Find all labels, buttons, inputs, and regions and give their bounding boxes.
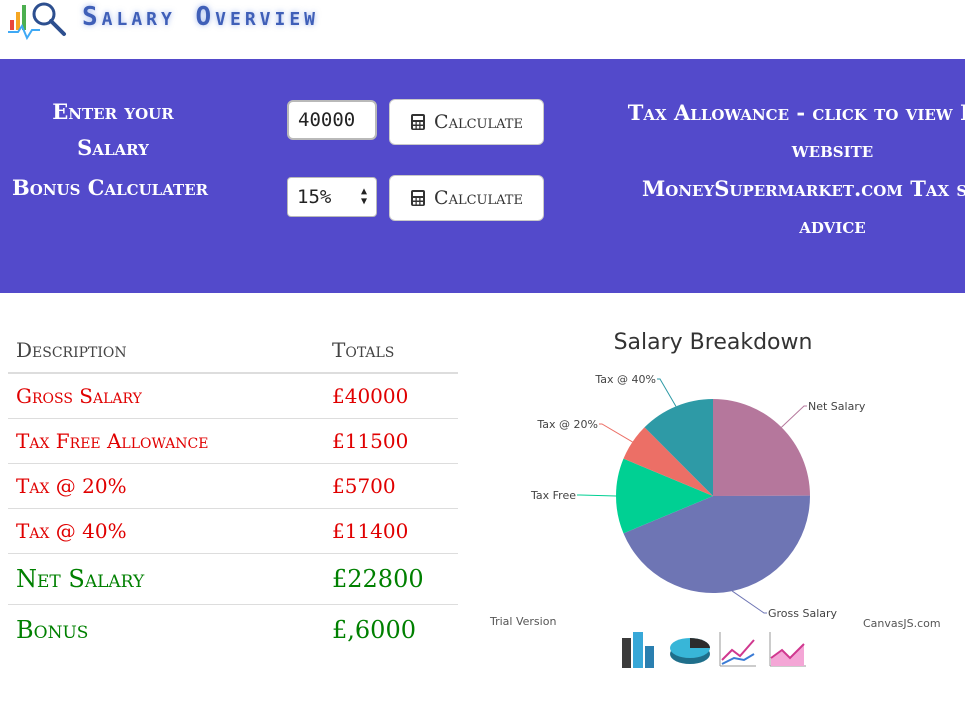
salary-input-banner: Enter your Salary Bonus Calculater Calcu… [0,59,965,293]
pie-label: Tax @ 20% [536,418,598,431]
chart-type-toolbar [622,632,806,668]
select-arrows-icon: ▲ ▼ [360,186,367,207]
canvasjs-credit-link[interactable]: CanvasJS.com [863,617,941,630]
salary-label: Enter your Salary [52,99,174,160]
bonus-selected-value: 15% [297,186,332,208]
pie-leader-line [781,405,807,428]
totals-header: Totals [324,328,458,374]
pie-label: Tax Free [530,489,576,502]
calculate-salary-button[interactable]: Calculate [389,99,544,145]
moneysupermarket-link[interactable]: MoneySupermarket.com Tax saving advice [625,170,965,244]
bar-chart-icon[interactable] [622,632,654,668]
row-label: Bonus [8,604,324,655]
row-value: £11500 [324,418,458,464]
salary-input[interactable] [287,100,377,140]
pie-label: Gross Salary [768,607,838,620]
calculate-button-label: Calculate [434,187,523,209]
row-value: £40000 [324,372,458,419]
pie-chart-svg: Net Salary Gross Salary Tax Free Tax @ 20% T… [530,373,866,620]
row-label: Gross Salary [8,372,324,419]
pie-label: Tax @ 40% [594,373,656,386]
bonus-percent-select[interactable]: 15% ▲ ▼ [287,177,377,217]
calculate-bonus-button[interactable]: Calculate [389,175,544,221]
row-value: £22800 [324,553,458,605]
table-row: Tax Free Allowance £11500 [8,418,458,464]
area-chart-icon[interactable] [769,632,806,667]
table-row: Bonus £,6000 [8,604,458,655]
trial-version-text: Trial Version [490,615,557,628]
table-row: Tax @ 20% £5700 [8,463,458,509]
row-label: Net Salary [8,553,324,605]
table-row: Tax @ 40% £11400 [8,508,458,554]
pie-leader-line [731,590,767,614]
calculator-icon [411,114,426,130]
row-value: £11400 [324,508,458,554]
bonus-label: Bonus Calculater [12,175,209,200]
pie-leader-line [657,378,677,407]
pie-leader-line [599,423,633,443]
row-label: Tax @ 40% [8,508,324,554]
salary-totals-table: Description Totals Gross Salary £40000 T… [8,328,458,655]
table-row: Gross Salary £40000 [8,372,458,419]
pie-label: Net Salary [808,400,866,413]
row-value: £,6000 [324,604,458,655]
pie-leader-line [577,494,617,497]
hmrc-tax-allowance-link[interactable]: Tax Allowance - click to view HMRC websi… [625,94,965,168]
pie-chart-icon[interactable] [670,638,710,664]
row-label: Tax @ 20% [8,463,324,509]
description-header: Description [8,328,324,374]
table-row: Net Salary £22800 [8,553,458,605]
chart-magnifier-icon [8,2,66,41]
site-title: Salary Overview [82,2,320,32]
calculator-icon [411,190,426,206]
line-chart-icon[interactable] [719,632,756,667]
row-value: £5700 [324,463,458,509]
tax-links: Tax Allowance - click to view HMRC websi… [625,94,965,244]
table-header-row: Description Totals [8,328,458,374]
row-label: Tax Free Allowance [8,418,324,464]
calculate-button-label: Calculate [434,111,523,133]
